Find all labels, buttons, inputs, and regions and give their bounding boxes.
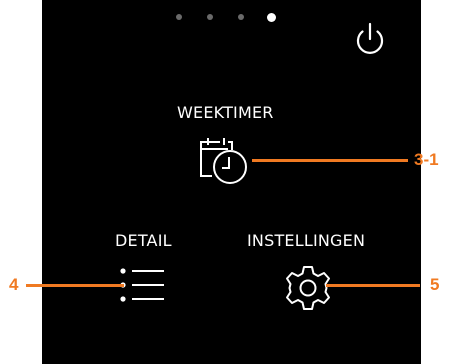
callout-weektimer: 3-1 (414, 150, 439, 169)
callout-line-detail (26, 284, 124, 287)
callout-line-weektimer (252, 159, 408, 162)
callout-detail: 4 (9, 275, 19, 294)
calendar-clock-icon (200, 138, 247, 184)
callout-line-settings (326, 284, 420, 287)
page-dot[interactable] (207, 14, 213, 20)
power-icon[interactable] (353, 22, 387, 58)
gear-icon (286, 266, 330, 310)
callout-settings: 5 (430, 275, 440, 294)
detail-label: DETAIL (115, 231, 172, 250)
list-icon (120, 268, 164, 302)
page-dot-active[interactable] (267, 13, 276, 22)
page-dot[interactable] (238, 14, 244, 20)
weektimer-label: WEEKTIMER (177, 103, 274, 122)
settings-label: INSTELLINGEN (247, 231, 366, 250)
page-dot[interactable] (176, 14, 182, 20)
